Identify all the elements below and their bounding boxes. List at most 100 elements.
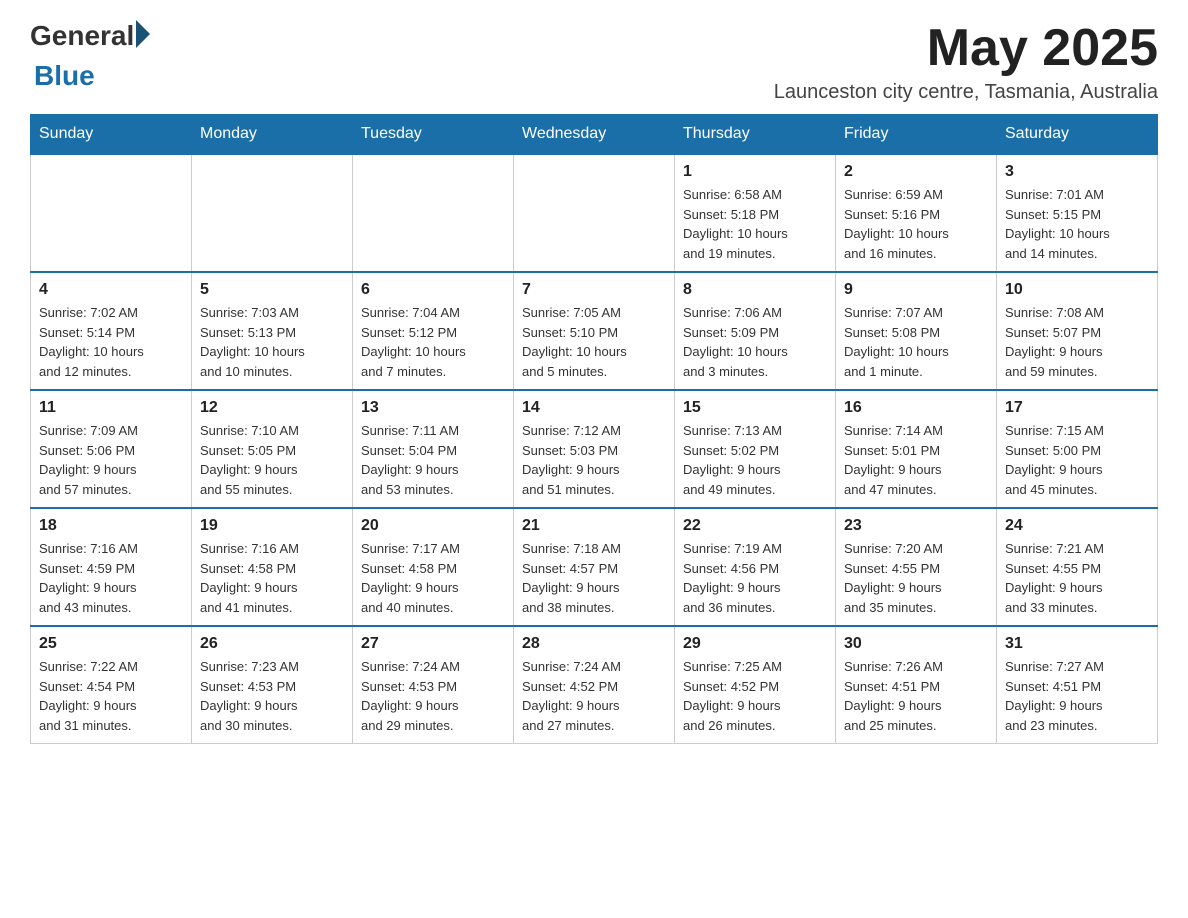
day-number: 19: [200, 517, 344, 535]
day-info: Sunrise: 7:09 AMSunset: 5:06 PMDaylight:…: [39, 421, 183, 499]
calendar-cell: 26 Sunrise: 7:23 AMSunset: 4:53 PMDayligh…: [192, 626, 353, 744]
day-info: Sunrise: 7:05 AMSunset: 5:10 PMDaylight:…: [522, 303, 666, 381]
calendar-week-row: 18Sunrise: 7:16 AMSunset: 4:59 PMDayligh…: [31, 508, 1158, 626]
day-info: Sunrise: 6:58 AMSunset: 5:18 PMDaylight:…: [683, 185, 827, 263]
day-number: 31: [1005, 635, 1149, 653]
day-number: 14: [522, 399, 666, 417]
calendar-week-row: 25 Sunrise: 7:22 AMSunset: 4:54 PMDayligh…: [31, 626, 1158, 744]
calendar-cell: 7 Sunrise: 7:05 AMSunset: 5:10 PMDaylight…: [514, 272, 675, 390]
logo-general-text: General: [30, 20, 134, 52]
day-info: Sunrise: 7:25 AMSunset: 4:52 PMDaylight:…: [683, 657, 827, 735]
calendar-cell: [353, 154, 514, 272]
day-number: 29: [683, 635, 827, 653]
logo: General Blue: [30, 20, 150, 92]
day-number: 8: [683, 281, 827, 299]
calendar-header-row: SundayMondayTuesdayWednesdayThursdayFrid…: [31, 115, 1158, 155]
calendar-cell: 27Sunrise: 7:24 AMSunset: 4:53 PMDayligh…: [353, 626, 514, 744]
calendar-cell: 12 Sunrise: 7:10 AMSunset: 5:05 PMDayligh…: [192, 390, 353, 508]
calendar-cell: [192, 154, 353, 272]
day-info: Sunrise: 7:23 AMSunset: 4:53 PMDaylight:…: [200, 657, 344, 735]
calendar-cell: 21Sunrise: 7:18 AMSunset: 4:57 PMDayligh…: [514, 508, 675, 626]
day-number: 22: [683, 517, 827, 535]
day-number: 25: [39, 635, 183, 653]
calendar-cell: 15 Sunrise: 7:13 AMSunset: 5:02 PMDayligh…: [675, 390, 836, 508]
calendar-cell: 29 Sunrise: 7:25 AMSunset: 4:52 PMDayligh…: [675, 626, 836, 744]
calendar-cell: 20 Sunrise: 7:17 AMSunset: 4:58 PMDayligh…: [353, 508, 514, 626]
day-info: Sunrise: 7:17 AMSunset: 4:58 PMDaylight:…: [361, 539, 505, 617]
day-number: 18: [39, 517, 183, 535]
day-number: 21: [522, 517, 666, 535]
day-info: Sunrise: 7:03 AMSunset: 5:13 PMDaylight:…: [200, 303, 344, 381]
day-number: 1: [683, 163, 827, 181]
calendar-week-row: 1 Sunrise: 6:58 AMSunset: 5:18 PMDaylight…: [31, 154, 1158, 272]
calendar-cell: 3 Sunrise: 7:01 AMSunset: 5:15 PMDaylight…: [997, 154, 1158, 272]
calendar-cell: 16 Sunrise: 7:14 AMSunset: 5:01 PMDayligh…: [836, 390, 997, 508]
day-number: 27: [361, 635, 505, 653]
day-number: 12: [200, 399, 344, 417]
day-of-week-header: Saturday: [997, 115, 1158, 155]
calendar-cell: [31, 154, 192, 272]
day-info: Sunrise: 7:02 AMSunset: 5:14 PMDaylight:…: [39, 303, 183, 381]
day-of-week-header: Friday: [836, 115, 997, 155]
day-info: Sunrise: 7:08 AMSunset: 5:07 PMDaylight:…: [1005, 303, 1149, 381]
calendar-cell: 23Sunrise: 7:20 AMSunset: 4:55 PMDayligh…: [836, 508, 997, 626]
day-of-week-header: Monday: [192, 115, 353, 155]
calendar-cell: 13Sunrise: 7:11 AMSunset: 5:04 PMDayligh…: [353, 390, 514, 508]
day-info: Sunrise: 7:15 AMSunset: 5:00 PMDaylight:…: [1005, 421, 1149, 499]
day-number: 28: [522, 635, 666, 653]
calendar-cell: 4 Sunrise: 7:02 AMSunset: 5:14 PMDaylight…: [31, 272, 192, 390]
logo-blue-text: Blue: [34, 60, 150, 92]
title-section: May 2025 Launceston city centre, Tasmani…: [774, 20, 1158, 104]
calendar-cell: 28Sunrise: 7:24 AMSunset: 4:52 PMDayligh…: [514, 626, 675, 744]
day-number: 15: [683, 399, 827, 417]
day-number: 6: [361, 281, 505, 299]
calendar-cell: 2 Sunrise: 6:59 AMSunset: 5:16 PMDaylight…: [836, 154, 997, 272]
calendar-cell: 19Sunrise: 7:16 AMSunset: 4:58 PMDayligh…: [192, 508, 353, 626]
calendar-cell: 24 Sunrise: 7:21 AMSunset: 4:55 PMDayligh…: [997, 508, 1158, 626]
month-year-title: May 2025: [774, 20, 1158, 77]
day-info: Sunrise: 7:01 AMSunset: 5:15 PMDaylight:…: [1005, 185, 1149, 263]
day-number: 24: [1005, 517, 1149, 535]
day-of-week-header: Thursday: [675, 115, 836, 155]
calendar-cell: 8 Sunrise: 7:06 AMSunset: 5:09 PMDaylight…: [675, 272, 836, 390]
calendar-cell: 30Sunrise: 7:26 AMSunset: 4:51 PMDayligh…: [836, 626, 997, 744]
day-info: Sunrise: 7:19 AMSunset: 4:56 PMDaylight:…: [683, 539, 827, 617]
day-info: Sunrise: 7:21 AMSunset: 4:55 PMDaylight:…: [1005, 539, 1149, 617]
calendar-week-row: 11Sunrise: 7:09 AMSunset: 5:06 PMDayligh…: [31, 390, 1158, 508]
day-number: 7: [522, 281, 666, 299]
calendar-cell: 6Sunrise: 7:04 AMSunset: 5:12 PMDaylight…: [353, 272, 514, 390]
day-number: 26: [200, 635, 344, 653]
calendar-cell: 10 Sunrise: 7:08 AMSunset: 5:07 PMDayligh…: [997, 272, 1158, 390]
day-info: Sunrise: 7:06 AMSunset: 5:09 PMDaylight:…: [683, 303, 827, 381]
page-header: General Blue May 2025 Launceston city ce…: [30, 20, 1158, 104]
day-info: Sunrise: 7:11 AMSunset: 5:04 PMDaylight:…: [361, 421, 505, 499]
day-info: Sunrise: 7:27 AMSunset: 4:51 PMDaylight:…: [1005, 657, 1149, 735]
calendar-cell: 31 Sunrise: 7:27 AMSunset: 4:51 PMDayligh…: [997, 626, 1158, 744]
calendar-cell: 1 Sunrise: 6:58 AMSunset: 5:18 PMDaylight…: [675, 154, 836, 272]
location-subtitle: Launceston city centre, Tasmania, Austra…: [774, 81, 1158, 104]
day-info: Sunrise: 7:13 AMSunset: 5:02 PMDaylight:…: [683, 421, 827, 499]
day-number: 20: [361, 517, 505, 535]
day-info: Sunrise: 6:59 AMSunset: 5:16 PMDaylight:…: [844, 185, 988, 263]
day-number: 30: [844, 635, 988, 653]
calendar-cell: 9Sunrise: 7:07 AMSunset: 5:08 PMDaylight…: [836, 272, 997, 390]
day-number: 16: [844, 399, 988, 417]
calendar-cell: 14 Sunrise: 7:12 AMSunset: 5:03 PMDayligh…: [514, 390, 675, 508]
day-number: 3: [1005, 163, 1149, 181]
day-of-week-header: Sunday: [31, 115, 192, 155]
day-info: Sunrise: 7:20 AMSunset: 4:55 PMDaylight:…: [844, 539, 988, 617]
day-info: Sunrise: 7:14 AMSunset: 5:01 PMDaylight:…: [844, 421, 988, 499]
day-number: 5: [200, 281, 344, 299]
logo-arrow-icon: [136, 20, 150, 48]
calendar-cell: 18Sunrise: 7:16 AMSunset: 4:59 PMDayligh…: [31, 508, 192, 626]
day-number: 4: [39, 281, 183, 299]
calendar-week-row: 4 Sunrise: 7:02 AMSunset: 5:14 PMDaylight…: [31, 272, 1158, 390]
calendar-cell: 17Sunrise: 7:15 AMSunset: 5:00 PMDayligh…: [997, 390, 1158, 508]
day-info: Sunrise: 7:12 AMSunset: 5:03 PMDaylight:…: [522, 421, 666, 499]
calendar-cell: 5 Sunrise: 7:03 AMSunset: 5:13 PMDaylight…: [192, 272, 353, 390]
day-number: 9: [844, 281, 988, 299]
day-info: Sunrise: 7:22 AMSunset: 4:54 PMDaylight:…: [39, 657, 183, 735]
day-info: Sunrise: 7:10 AMSunset: 5:05 PMDaylight:…: [200, 421, 344, 499]
day-number: 2: [844, 163, 988, 181]
day-number: 10: [1005, 281, 1149, 299]
